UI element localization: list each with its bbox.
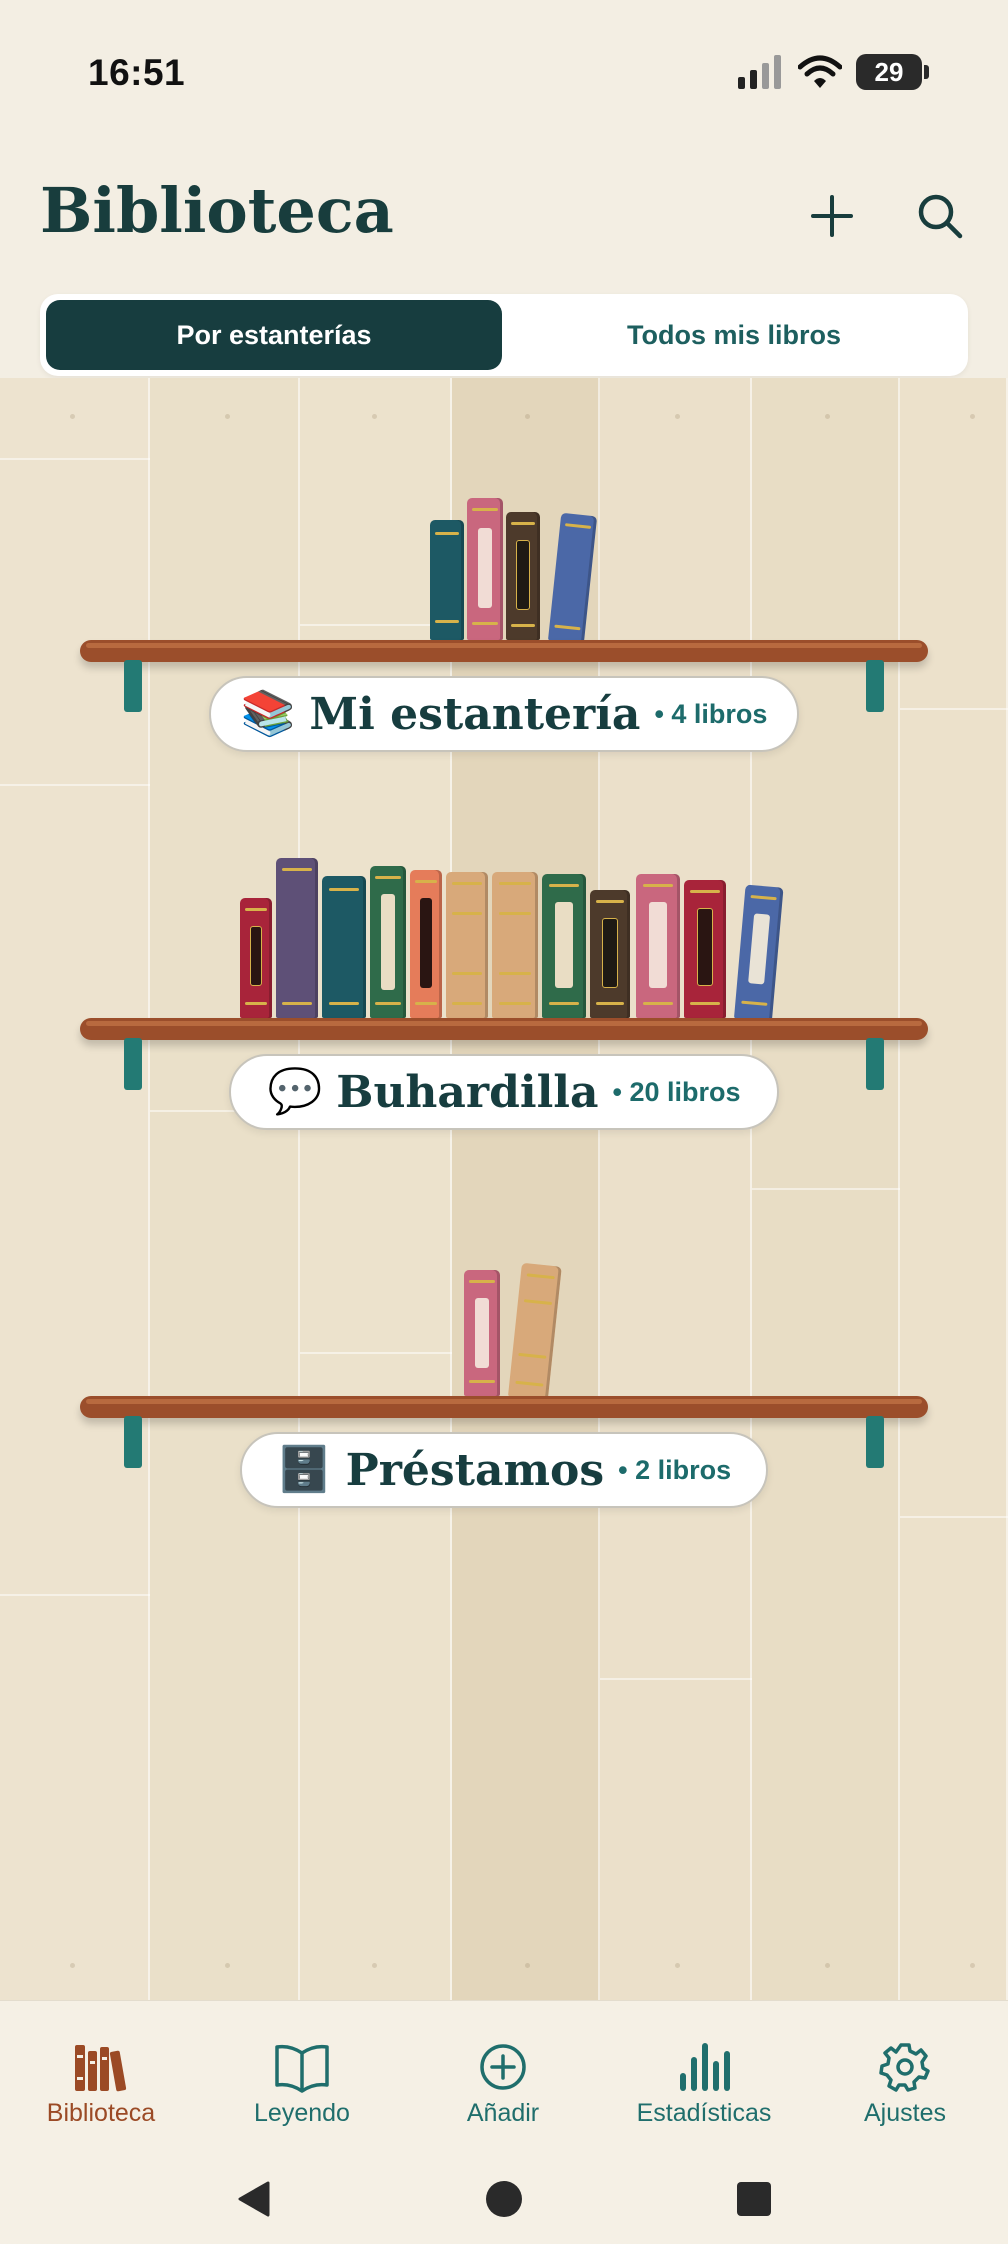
- nav-label: Biblioteca: [46, 2099, 156, 2127]
- shelf-buhardilla[interactable]: 💬 Buhardilla • 20 libros: [0, 858, 1008, 1138]
- book-spine: [467, 498, 503, 640]
- book-row: [0, 490, 1008, 644]
- plus-icon: [811, 195, 853, 237]
- book-spine: [446, 872, 488, 1018]
- book-spine: [430, 520, 464, 640]
- book-spine: [508, 1262, 562, 1401]
- book-spine: [410, 870, 442, 1018]
- shelf-prestamos[interactable]: 🗄️ Préstamos • 2 libros: [0, 1246, 1008, 1516]
- book-spine: [240, 898, 272, 1018]
- battery-indicator: 29: [856, 54, 929, 90]
- book-spine: [734, 884, 784, 1022]
- shelf-board: [80, 640, 928, 662]
- nav-anadir[interactable]: Añadir: [403, 2041, 603, 2128]
- shelf-bracket: [866, 1038, 884, 1090]
- book-spine: [636, 874, 680, 1018]
- app-header: Biblioteca: [0, 150, 1008, 280]
- book-spine: [542, 874, 586, 1018]
- book-spine: [370, 866, 406, 1018]
- shelves-wall: 📚 Mi estantería • 4 libros 💬 Buhardilla …: [0, 378, 1008, 2000]
- nav-label: Añadir: [466, 2099, 540, 2127]
- file-cabinet-icon: 🗄️: [276, 1445, 332, 1494]
- nav-leyendo[interactable]: Leyendo: [202, 2041, 402, 2128]
- tab-todos-mis-libros[interactable]: Todos mis libros: [506, 300, 962, 370]
- add-circle-icon: [480, 2044, 526, 2090]
- book-spine: [322, 876, 366, 1018]
- shelf-bracket: [866, 1416, 884, 1468]
- bar-chart-icon: [680, 2043, 730, 2091]
- gear-icon: [879, 2043, 930, 2092]
- book-row: [0, 858, 1008, 1022]
- shelf-mi-estanteria[interactable]: 📚 Mi estantería • 4 libros: [0, 490, 1008, 760]
- status-bar: 16:51 29: [0, 0, 1008, 150]
- shelf-board: [80, 1396, 928, 1418]
- book-row: [0, 1246, 1008, 1401]
- shelf-count: • 20 libros: [612, 1076, 741, 1107]
- bookshelf-icon: [75, 2045, 127, 2092]
- speech-bubble-icon: 💬: [267, 1067, 323, 1116]
- nav-estadisticas[interactable]: Estadísticas: [604, 2041, 804, 2128]
- tab-por-estanterias[interactable]: Por estanterías: [46, 300, 502, 370]
- nav-label: Leyendo: [254, 2099, 350, 2127]
- shelf-name: Buhardilla: [336, 1066, 599, 1118]
- status-icons: 29: [738, 54, 929, 90]
- home-icon[interactable]: [484, 2179, 524, 2219]
- shelf-count: • 4 libros: [654, 698, 768, 729]
- book-spine: [590, 890, 630, 1018]
- shelf-count: • 2 libros: [618, 1454, 732, 1485]
- book-spine: [548, 512, 598, 644]
- search-icon: [918, 194, 963, 239]
- shelf-name: Mi estantería: [309, 688, 641, 740]
- shelf-label-pill[interactable]: 📚 Mi estantería • 4 libros: [209, 676, 799, 752]
- bottom-nav: Biblioteca Leyendo Añadir Estadísticas A…: [0, 2000, 1008, 2244]
- search-button[interactable]: [904, 180, 976, 252]
- shelf-bracket: [866, 660, 884, 712]
- open-book-icon: [275, 2044, 329, 2093]
- add-button[interactable]: [796, 180, 868, 252]
- system-navigation: [0, 2169, 1008, 2229]
- wifi-icon: [798, 55, 842, 88]
- shelf-label-pill[interactable]: 🗄️ Préstamos • 2 libros: [240, 1432, 768, 1508]
- shelf-name: Préstamos: [345, 1444, 605, 1496]
- signal-icon: [738, 55, 781, 89]
- back-icon[interactable]: [234, 2179, 274, 2219]
- page-title: Biblioteca: [40, 174, 394, 247]
- nav-label: Ajustes: [864, 2099, 946, 2127]
- shelf-label-pill[interactable]: 💬 Buhardilla • 20 libros: [229, 1054, 779, 1130]
- view-toggle: Por estanterías Todos mis libros: [40, 294, 968, 376]
- book-spine: [506, 512, 540, 640]
- recents-icon[interactable]: [734, 2179, 774, 2219]
- nav-label: Estadísticas: [636, 2099, 772, 2127]
- status-time: 16:51: [88, 52, 186, 93]
- shelf-bracket: [124, 1038, 142, 1090]
- shelf-board: [80, 1018, 928, 1040]
- book-spine: [684, 880, 726, 1018]
- nav-biblioteca[interactable]: Biblioteca: [1, 2041, 201, 2128]
- nav-ajustes[interactable]: Ajustes: [805, 2041, 1005, 2128]
- book-spine: [464, 1270, 500, 1396]
- shelf-bracket: [124, 1416, 142, 1468]
- book-spine: [276, 858, 318, 1018]
- books-icon: 📚: [240, 689, 296, 738]
- shelf-bracket: [124, 660, 142, 712]
- book-spine: [492, 872, 538, 1018]
